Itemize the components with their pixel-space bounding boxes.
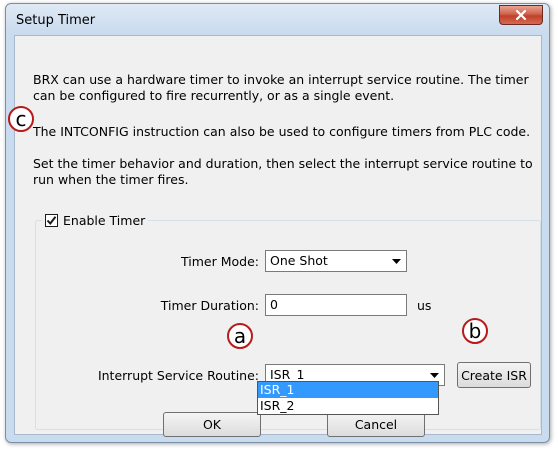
cancel-button[interactable]: Cancel [327, 412, 425, 437]
timer-mode-value: One Shot [270, 253, 328, 268]
enable-timer-label: Enable Timer [63, 212, 146, 228]
isr-option-1[interactable]: ISR_1 [258, 382, 438, 398]
checkmark-icon [46, 215, 57, 225]
enable-timer-checkbox-row[interactable]: Enable Timer [42, 212, 149, 228]
timer-mode-select[interactable]: One Shot [265, 250, 407, 272]
timer-duration-label: Timer Duration: [160, 298, 259, 313]
dialog-title: Setup Timer [16, 13, 96, 28]
timer-mode-label: Timer Mode: [181, 254, 259, 269]
callout-c: c [8, 106, 34, 132]
isr-option-2[interactable]: ISR_2 [258, 398, 438, 414]
isr-label: Interrupt Service Routine: [97, 368, 259, 383]
close-button[interactable] [499, 5, 543, 25]
title-bar[interactable]: Setup Timer [6, 4, 549, 36]
dialog-client-area: BRX can use a hardware timer to invoke a… [14, 35, 542, 437]
description-paragraph-3: Set the timer behavior and duration, the… [33, 156, 533, 187]
ok-button[interactable]: OK [163, 412, 261, 437]
description-paragraph-1: BRX can use a hardware timer to invoke a… [33, 72, 529, 103]
callout-b: b [462, 318, 488, 344]
create-isr-button[interactable]: Create ISR [457, 362, 531, 388]
isr-value: ISR_1 [270, 367, 305, 382]
callout-a: a [227, 323, 253, 349]
timer-duration-unit: us [417, 298, 432, 313]
description-paragraph-2: The INTCONFIG instruction can also be us… [33, 124, 531, 139]
enable-timer-checkbox[interactable] [45, 213, 58, 227]
isr-dropdown-list: ISR_1 ISR_2 [257, 381, 439, 415]
chevron-down-icon[interactable] [388, 252, 405, 270]
close-icon [515, 9, 527, 21]
setup-timer-dialog: Setup Timer BRX can use a hardware timer… [5, 3, 550, 443]
timer-duration-input[interactable]: 0 [265, 294, 407, 316]
